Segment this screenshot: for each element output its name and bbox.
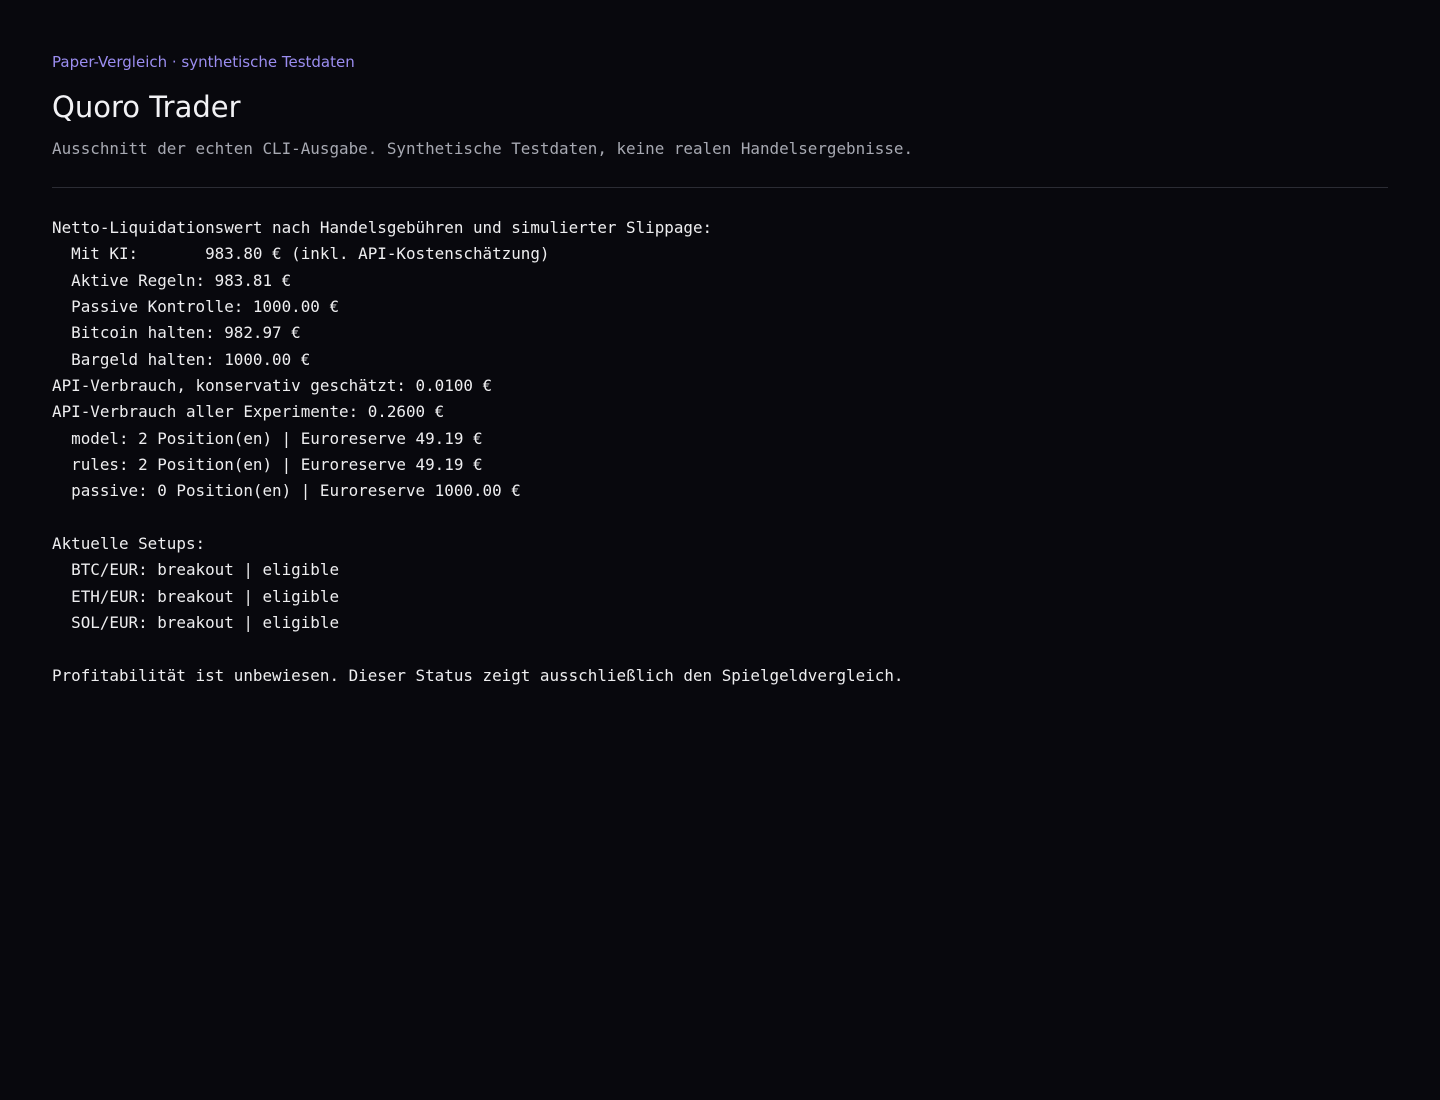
output-line-active-rules: Aktive Regeln: 983.81 €: [52, 270, 292, 290]
output-line-disclaimer: Profitabilität ist unbewiesen. Dieser St…: [52, 665, 904, 685]
page: Paper-Vergleich · synthetische Testdaten…: [0, 0, 1440, 1100]
output-line-passive-positions: passive: 0 Position(en) | Euroreserve 10…: [52, 481, 521, 501]
page-title: Quoro Trader: [52, 90, 241, 124]
output-line-setup-eth: ETH/EUR: breakout | eligible: [52, 586, 340, 606]
output-line-passive-control: Passive Kontrolle: 1000.00 €: [52, 297, 340, 317]
output-line-blank: [52, 637, 1388, 663]
output-line-blank: [52, 505, 1388, 531]
output-line-api-usage-estimate: API-Verbrauch, konservativ geschätzt: 0.…: [52, 376, 493, 396]
output-line-rules-positions: rules: 2 Position(en) | Euroreserve 49.1…: [52, 455, 483, 475]
output-line-with-ai: Mit KI: 983.80 € (inkl. API-Kostenschätz…: [52, 244, 550, 264]
output-line-setup-btc: BTC/EUR: breakout | eligible: [52, 560, 340, 580]
output-line-net-liquidation-heading: Netto-Liquidationswert nach Handelsgebüh…: [52, 218, 713, 237]
cli-output: Netto-Liquidationswert nach Handelsgebüh…: [52, 215, 1388, 689]
output-line-setups-heading: Aktuelle Setups:: [52, 534, 206, 554]
output-line-hold-cash: Bargeld halten: 1000.00 €: [52, 349, 311, 369]
output-line-model-positions: model: 2 Position(en) | Euroreserve 49.1…: [52, 428, 483, 448]
page-subtitle: Ausschnitt der echten CLI-Ausgabe. Synth…: [52, 139, 914, 158]
output-line-api-usage-all: API-Verbrauch aller Experimente: 0.2600 …: [52, 402, 445, 422]
output-line-hold-bitcoin: Bitcoin halten: 982.97 €: [52, 323, 301, 343]
header-divider: [52, 187, 1388, 188]
output-line-setup-sol: SOL/EUR: breakout | eligible: [52, 613, 340, 633]
eyebrow-label: Paper-Vergleich · synthetische Testdaten: [52, 53, 355, 71]
